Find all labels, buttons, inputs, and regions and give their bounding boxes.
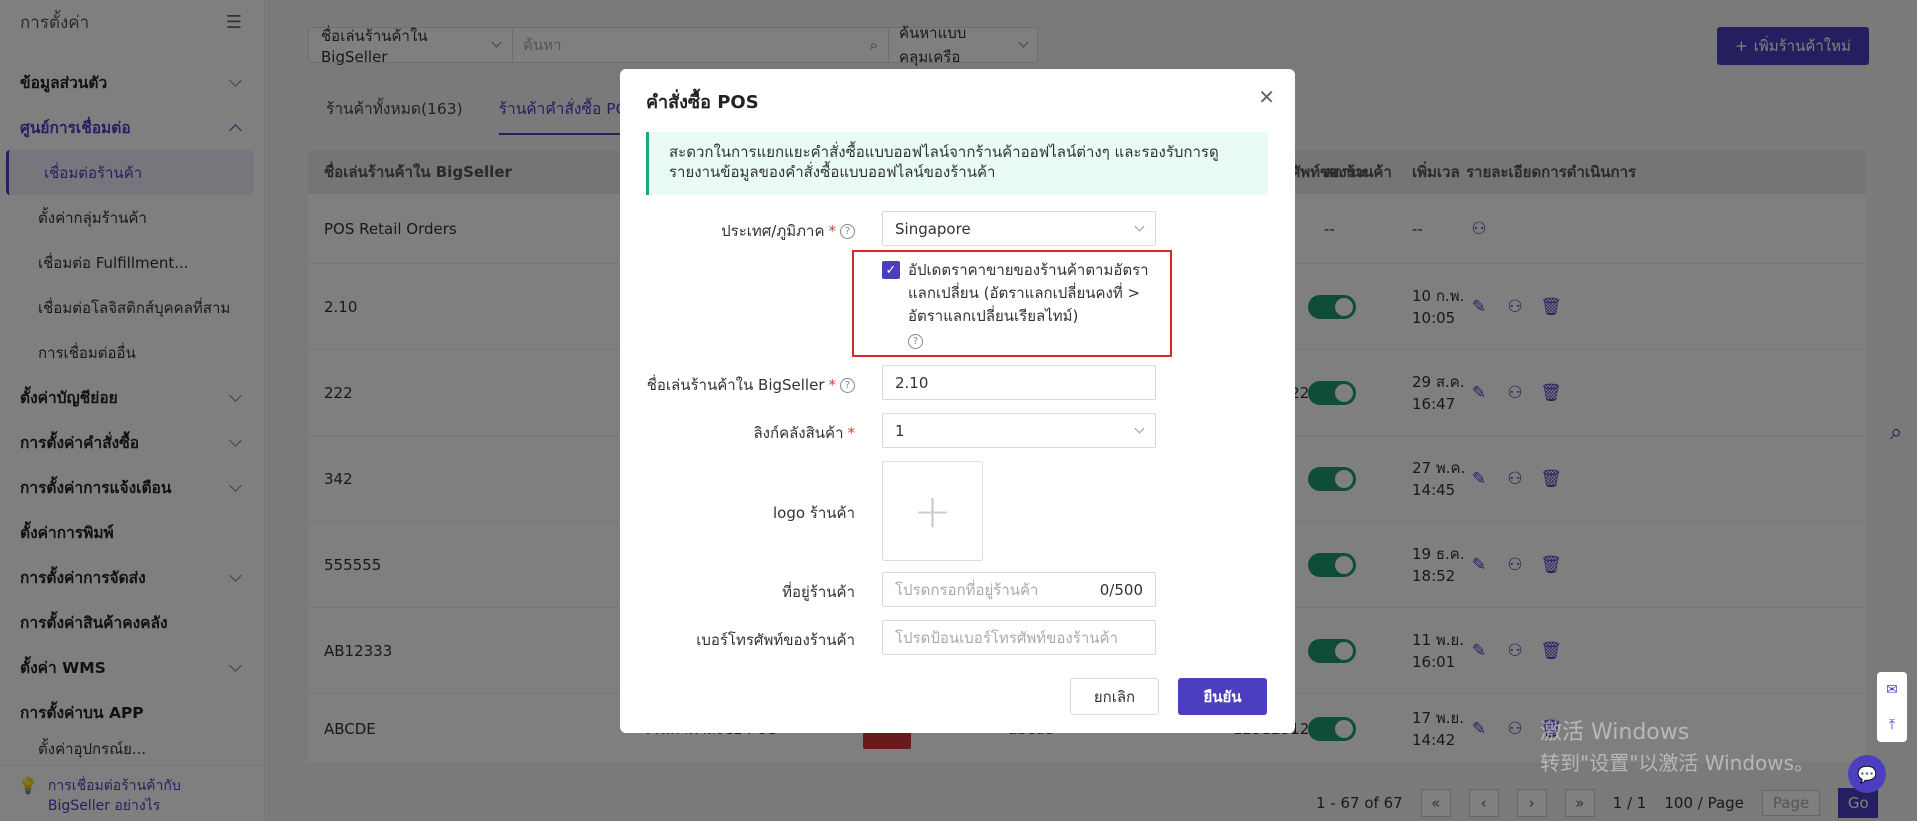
- chevron-down-icon: [1134, 221, 1145, 231]
- chevron-down-icon: [1134, 423, 1145, 433]
- nickname-label-text: ชื่อเล่นร้านค้าใน BigSeller: [646, 376, 825, 394]
- feedback-icon[interactable]: ✉: [1886, 682, 1898, 698]
- address-input[interactable]: โปรดกรอกที่อยู่ร้านค้า 0/500: [882, 572, 1156, 607]
- country-label: ประเทศ/ภูมิภาค *?: [721, 219, 855, 243]
- address-counter: 0/500: [1099, 580, 1143, 599]
- exchange-rate-text: อัปเดตราคาขายของร้านค้าตามอัตราแลกเปลี่ย…: [908, 259, 1152, 351]
- required-mark: *: [828, 222, 837, 240]
- help-icon[interactable]: ?: [840, 223, 855, 239]
- pos-order-dialog: คำสั่งซื้อ POS ✕ สะดวกในการแยกแยะคำสั่งซ…: [620, 69, 1295, 733]
- dialog-title: คำสั่งซื้อ POS: [646, 92, 759, 113]
- address-placeholder: โปรดกรอกที่อยู่ร้านค้า: [895, 580, 1039, 599]
- checkbox-checked[interactable]: ✓: [882, 261, 900, 279]
- windows-activation-watermark: 激活 Windows 转到"设置"以激活 Windows。: [1540, 718, 1814, 778]
- country-value: Singapore: [895, 219, 971, 238]
- warehouse-select[interactable]: 1: [882, 413, 1156, 448]
- address-label: ที่อยู่ร้านค้า: [782, 583, 855, 601]
- phone-placeholder: โปรดป้อนเบอร์โทรศัพท์ของร้านค้า: [895, 628, 1118, 647]
- exchange-rate-option[interactable]: ✓ อัปเดตราคาขายของร้านค้าตามอัตราแลกเปลี…: [882, 259, 1152, 351]
- confirm-button[interactable]: ยืนยัน: [1178, 678, 1267, 715]
- plus-icon: +: [913, 484, 952, 538]
- country-label-text: ประเทศ/ภูมิภาค: [721, 222, 825, 240]
- info-banner: สะดวกในการแยกแยะคำสั่งซื้อแบบออฟไลน์จากร…: [646, 132, 1268, 195]
- back-to-top-icon[interactable]: ⤒: [1889, 717, 1895, 733]
- warehouse-label: ลิงก์คลังสินค้า *: [753, 421, 855, 445]
- watermark-line: 激活 Windows: [1540, 720, 1690, 745]
- cancel-button[interactable]: ยกเลิก: [1070, 678, 1159, 715]
- help-icon[interactable]: ?: [908, 334, 923, 349]
- watermark-line: 转到"设置"以激活 Windows。: [1540, 751, 1815, 775]
- chat-icon[interactable]: 💬: [1848, 755, 1886, 793]
- exchange-rate-label: อัปเดตราคาขายของร้านค้าตามอัตราแลกเปลี่ย…: [908, 261, 1149, 325]
- side-toolbar: ✉ ⤒: [1877, 672, 1907, 742]
- nickname-label: ชื่อเล่นร้านค้าใน BigSeller *?: [647, 373, 855, 397]
- help-icon[interactable]: ?: [840, 377, 855, 393]
- close-icon[interactable]: ✕: [1258, 85, 1275, 109]
- phone-input[interactable]: โปรดป้อนเบอร์โทรศัพท์ของร้านค้า: [882, 620, 1156, 655]
- nickname-input[interactable]: 2.10: [882, 365, 1156, 400]
- required-mark: *: [847, 424, 856, 442]
- logo-label: logo ร้านค้า: [772, 504, 855, 522]
- nickname-value: 2.10: [895, 373, 929, 392]
- phone-label: เบอร์โทรศัพท์ของร้านค้า: [696, 631, 855, 649]
- country-select[interactable]: Singapore: [882, 211, 1156, 246]
- warehouse-label-text: ลิงก์คลังสินค้า: [753, 424, 844, 442]
- warehouse-value: 1: [895, 421, 905, 440]
- required-mark: *: [828, 376, 837, 394]
- logo-upload[interactable]: +: [882, 461, 983, 561]
